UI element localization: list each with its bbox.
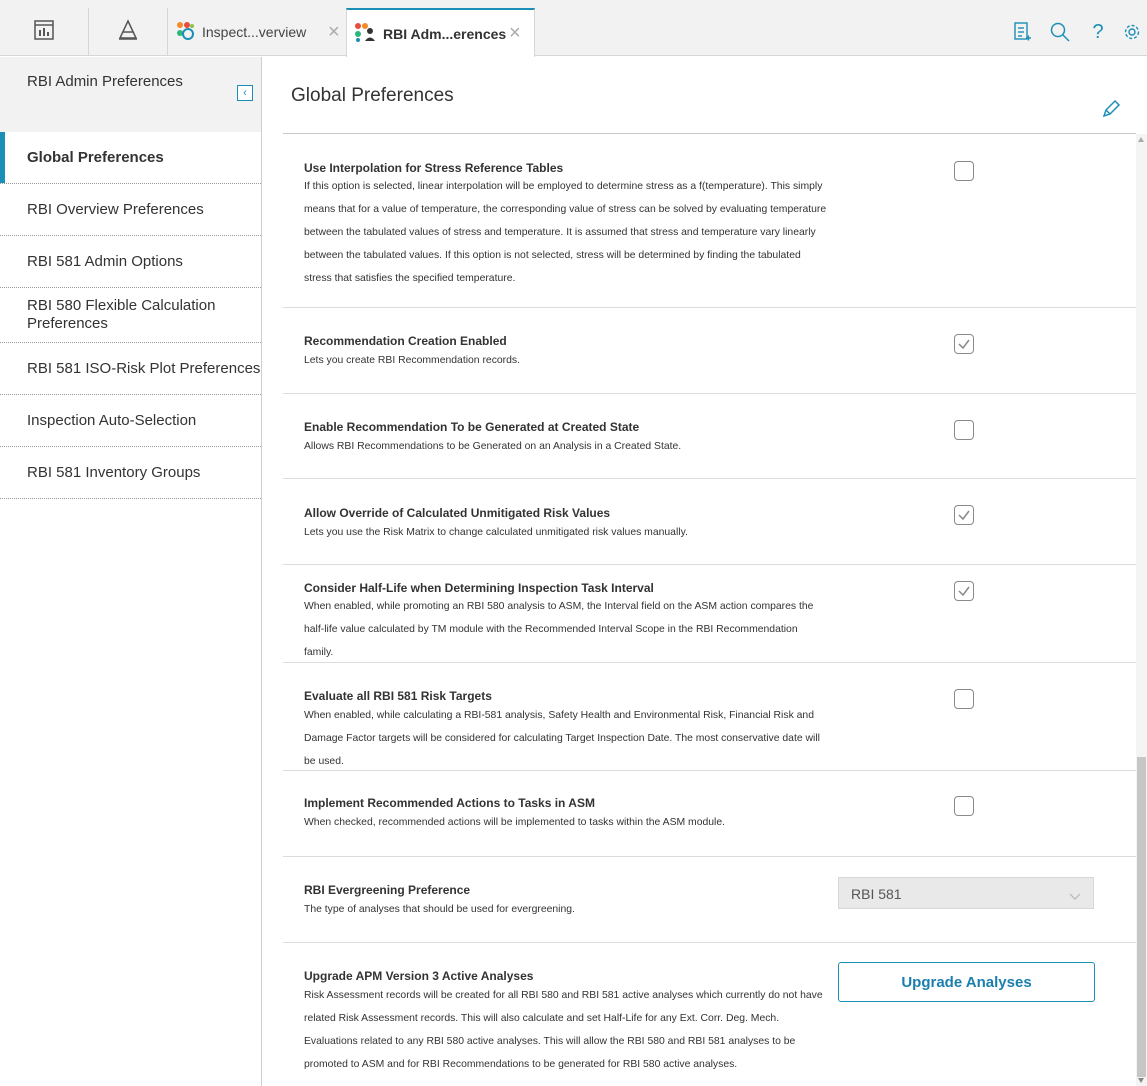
sidebar-item-label: RBI Overview Preferences [27,200,204,218]
toolbar-right: ? [1003,8,1147,56]
help-icon[interactable]: ? [1079,8,1117,56]
close-icon[interactable]: × [509,22,521,45]
override-risk-values-checkbox[interactable] [954,505,974,525]
scroll-up-arrow-icon[interactable] [1138,137,1144,142]
recommendation-created-state-checkbox[interactable] [954,420,974,440]
home-dashboard-tab[interactable] [0,8,89,56]
dashboard-icon [33,19,55,46]
evaluate-risk-targets-checkbox[interactable] [954,689,974,709]
checkmark-icon [958,510,970,521]
preference-description: Allows RBI Recommendations to be Generat… [304,441,682,452]
sidebar-item-rbi-581-inventory-groups[interactable]: RBI 581 Inventory Groups [0,447,261,499]
preference-description: When enabled, while calculating a RBI-58… [304,710,820,767]
recommendation-creation-checkbox[interactable] [954,334,974,354]
checkmark-icon [958,339,970,350]
preference-row: Evaluate all RBI 581 Risk Targets When e… [283,663,1136,771]
preference-row: Recommendation Creation Enabled Lets you… [283,308,1136,394]
preference-description: If this option is selected, linear inter… [304,181,827,284]
preference-description: Lets you create RBI Recommendation recor… [304,355,520,366]
sidebar: RBI Admin Preferences ‹ Global Preferenc… [0,57,262,1086]
preference-description: Risk Assessment records will be created … [304,990,823,1070]
preference-row: RBI Evergreening Preference The type of … [283,857,1136,943]
sidebar-item-label: RBI 580 Flexible Calculation Preferences [27,297,216,332]
half-life-checkbox[interactable] [954,581,974,601]
search-icon[interactable] [1041,8,1079,56]
sidebar-title: RBI Admin Preferences [27,73,183,90]
pencil-edit-icon[interactable] [1100,98,1122,120]
preference-title: Evaluate all RBI 581 Risk Targets [304,689,492,703]
rbi-admin-icon [353,21,377,46]
preference-description: The type of analyses that should be used… [304,904,575,915]
sidebar-item-rbi-overview-preferences[interactable]: RBI Overview Preferences [0,184,261,236]
page-title: Global Preferences [291,85,454,106]
sidebar-item-global-preferences[interactable]: Global Preferences [0,132,261,184]
preference-row: Implement Recommended Actions to Tasks i… [283,771,1136,857]
preference-row: Allow Override of Calculated Unmitigated… [283,479,1136,565]
collapse-sidebar-icon[interactable]: ‹ [237,85,253,101]
tab-inspection-overview[interactable]: Inspect...verview × [168,8,343,56]
sidebar-item-inspection-auto-selection[interactable]: Inspection Auto-Selection [0,395,261,447]
sidebar-item-label: Global Preferences [27,148,164,166]
tab-rbi-admin-preferences[interactable]: RBI Adm...erences × [346,8,535,57]
tab-label: RBI Adm...erences [383,25,507,42]
preference-row: Use Interpolation for Stress Reference T… [283,134,1136,308]
preference-description: When enabled, while promoting an RBI 580… [304,601,814,658]
scrollbar-thumb[interactable] [1137,757,1146,1077]
preference-title: Enable Recommendation To be Generated at… [304,420,640,434]
preference-title: RBI Evergreening Preference [304,883,471,897]
preference-description: When checked, recommended actions will b… [304,817,726,828]
checklist-icon[interactable] [1003,8,1041,56]
close-icon[interactable]: × [328,21,340,44]
checkmark-icon [958,586,970,597]
preference-title: Use Interpolation for Stress Reference T… [304,161,564,175]
evergreening-preference-select[interactable]: RBI 581 [838,877,1094,909]
preference-row: Consider Half-Life when Determining Insp… [283,565,1136,663]
preference-title: Upgrade APM Version 3 Active Analyses [304,969,534,983]
tab-label: Inspect...verview [202,24,307,40]
asset-hierarchy-icon [117,18,139,46]
interpolation-checkbox[interactable] [954,161,974,181]
tab-bar: Inspect...verview × RBI Adm...erences × … [0,0,1147,57]
preference-title: Allow Override of Calculated Unmitigated… [304,506,611,520]
preference-description: Lets you use the Risk Matrix to change c… [304,527,688,538]
sidebar-item-rbi-580-flexible-calculation-preferences[interactable]: RBI 580 Flexible Calculation Preferences [0,288,261,343]
sidebar-header: RBI Admin Preferences ‹ [0,57,261,132]
sidebar-item-rbi-581-admin-options[interactable]: RBI 581 Admin Options [0,236,261,288]
sidebar-item-label: RBI 581 ISO-Risk Plot Preferences [27,359,261,377]
preference-title: Consider Half-Life when Determining Insp… [304,581,654,595]
upgrade-analyses-button[interactable]: Upgrade Analyses [838,962,1095,1002]
sidebar-item-rbi-581-iso-risk-plot-preferences[interactable]: RBI 581 ISO-Risk Plot Preferences [0,343,261,395]
asset-hierarchy-tab[interactable] [89,8,168,56]
inspection-overview-icon [174,20,196,45]
preference-row: Upgrade APM Version 3 Active Analyses Ri… [283,943,1136,1086]
preference-row: Enable Recommendation To be Generated at… [283,394,1136,479]
sidebar-item-label: Inspection Auto-Selection [27,411,197,429]
preference-title: Recommendation Creation Enabled [304,334,507,348]
scroll-down-arrow-icon[interactable] [1138,1078,1144,1083]
settings-gear-icon[interactable] [1117,8,1147,56]
select-value: RBI 581 [851,886,902,902]
preference-title: Implement Recommended Actions to Tasks i… [304,796,595,810]
sidebar-item-label: RBI 581 Inventory Groups [27,463,201,481]
chevron-down-icon [1069,888,1081,904]
implement-actions-asm-checkbox[interactable] [954,796,974,816]
sidebar-item-label: RBI 581 Admin Options [27,252,183,270]
help-glyph: ? [1092,20,1104,43]
